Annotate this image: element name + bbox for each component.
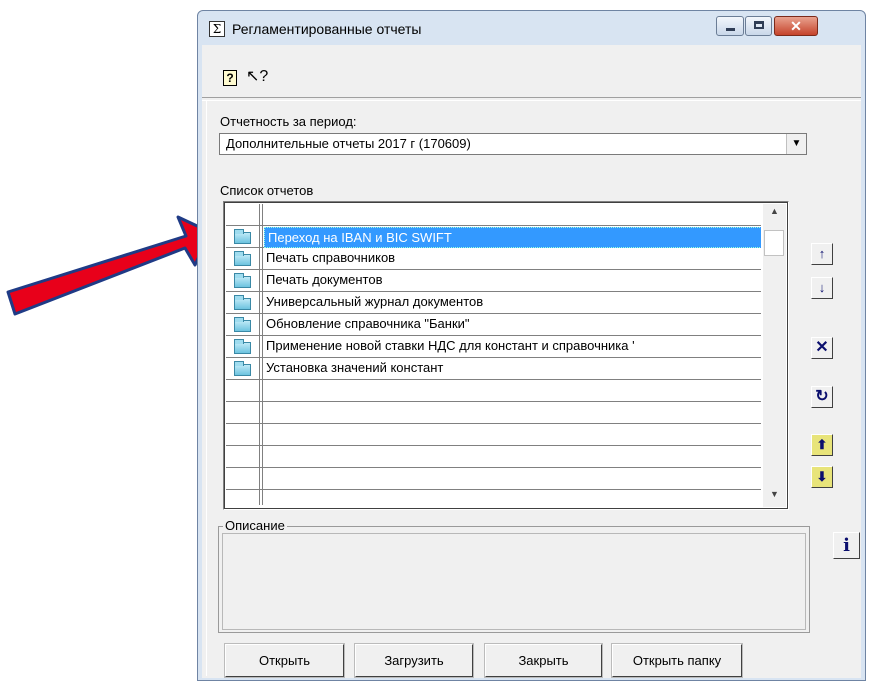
reports-list-label: Список отчетов bbox=[220, 183, 314, 198]
scroll-down-icon[interactable]: ▼ bbox=[763, 489, 786, 505]
list-header-row bbox=[226, 204, 761, 226]
folder-icon bbox=[234, 339, 251, 354]
list-scrollbar[interactable]: ▲ ▼ bbox=[763, 204, 786, 507]
reports-window: Σ Регламентированные отчеты ✕ ? ↖? Отчет… bbox=[197, 10, 866, 681]
window-client: ? ↖? Отчетность за период: Дополнительны… bbox=[202, 45, 861, 678]
empty-row bbox=[226, 424, 761, 446]
folder-icon bbox=[234, 361, 251, 376]
list-item[interactable]: Установка значений констант bbox=[226, 358, 761, 380]
arrow-up-icon: ↑ bbox=[818, 246, 826, 261]
move-down-button[interactable]: ↓ bbox=[811, 277, 833, 299]
chevron-down-icon[interactable]: ▼ bbox=[786, 134, 806, 154]
help-icon[interactable]: ? bbox=[223, 70, 237, 86]
refresh-button[interactable]: ↻ bbox=[811, 386, 833, 408]
list-item-label: Применение новой ставки НДС для констант… bbox=[266, 338, 635, 353]
minimize-button[interactable] bbox=[716, 16, 744, 36]
open-folder-button[interactable]: Открыть папку bbox=[611, 643, 743, 678]
import-button[interactable]: ⬆ bbox=[811, 434, 833, 456]
sigma-app-icon: Σ bbox=[209, 21, 225, 37]
list-item[interactable]: Переход на IBAN и BIC SWIFT bbox=[226, 226, 761, 248]
maximize-icon bbox=[754, 21, 764, 29]
delete-x-icon: ✕ bbox=[815, 339, 829, 356]
list-item[interactable]: Универсальный журнал документов bbox=[226, 292, 761, 314]
description-group: Описание bbox=[218, 518, 810, 633]
arrow-down-icon: ↓ bbox=[818, 280, 826, 295]
export-button[interactable]: ⬇ bbox=[811, 466, 833, 488]
import-icon: ⬆ bbox=[816, 437, 828, 452]
window-title: Регламентированные отчеты bbox=[232, 21, 422, 37]
refresh-icon: ↻ bbox=[815, 388, 829, 405]
period-label: Отчетность за период: bbox=[220, 114, 357, 129]
info-icon: i bbox=[843, 535, 850, 556]
list-item-label: Печать документов bbox=[266, 272, 383, 287]
reports-list[interactable]: Переход на IBAN и BIC SWIFT Печать справ… bbox=[223, 201, 789, 510]
folder-icon bbox=[234, 317, 251, 332]
info-button[interactable]: i bbox=[833, 532, 860, 559]
delete-button[interactable]: ✕ bbox=[811, 337, 833, 359]
list-item[interactable]: Обновление справочника "Банки" bbox=[226, 314, 761, 336]
empty-row bbox=[226, 446, 761, 468]
list-item[interactable]: Применение новой ставки НДС для констант… bbox=[226, 336, 761, 358]
scroll-up-icon[interactable]: ▲ bbox=[763, 206, 786, 222]
empty-row bbox=[226, 402, 761, 424]
empty-row bbox=[226, 380, 761, 402]
list-item-label: Переход на IBAN и BIC SWIFT bbox=[264, 227, 761, 248]
period-select-value: Дополнительные отчеты 2017 г (170609) bbox=[226, 136, 471, 151]
description-label: Описание bbox=[223, 518, 287, 533]
whats-this-icon[interactable]: ↖? bbox=[246, 66, 268, 86]
maximize-button[interactable] bbox=[745, 16, 772, 36]
scroll-thumb[interactable] bbox=[764, 230, 784, 256]
close-button[interactable]: Закрыть bbox=[484, 643, 603, 678]
list-item[interactable]: Печать документов bbox=[226, 270, 761, 292]
folder-icon bbox=[234, 273, 251, 288]
empty-row bbox=[226, 490, 761, 505]
title-bar[interactable]: Σ Регламентированные отчеты ✕ bbox=[198, 11, 865, 45]
list-item-label: Печать справочников bbox=[266, 250, 396, 265]
annotation-arrow bbox=[6, 215, 212, 316]
reports-list-grid: Переход на IBAN и BIC SWIFT Печать справ… bbox=[226, 204, 761, 505]
close-window-button[interactable]: ✕ bbox=[774, 16, 818, 36]
load-button[interactable]: Загрузить bbox=[354, 643, 474, 678]
folder-icon bbox=[234, 229, 251, 244]
list-item-label: Установка значений констант bbox=[266, 360, 444, 375]
list-item-label: Универсальный журнал документов bbox=[266, 294, 484, 309]
move-up-button[interactable]: ↑ bbox=[811, 243, 833, 265]
open-button[interactable]: Открыть bbox=[224, 643, 345, 678]
empty-row bbox=[226, 468, 761, 490]
description-box bbox=[222, 533, 806, 630]
list-item[interactable]: Печать справочников bbox=[226, 248, 761, 270]
period-select[interactable]: Дополнительные отчеты 2017 г (170609) ▼ bbox=[219, 133, 807, 155]
close-icon: ✕ bbox=[790, 18, 802, 34]
list-item-label: Обновление справочника "Банки" bbox=[266, 316, 470, 331]
minimize-icon bbox=[726, 28, 735, 31]
export-icon: ⬇ bbox=[816, 469, 828, 484]
folder-icon bbox=[234, 251, 251, 266]
folder-icon bbox=[234, 295, 251, 310]
